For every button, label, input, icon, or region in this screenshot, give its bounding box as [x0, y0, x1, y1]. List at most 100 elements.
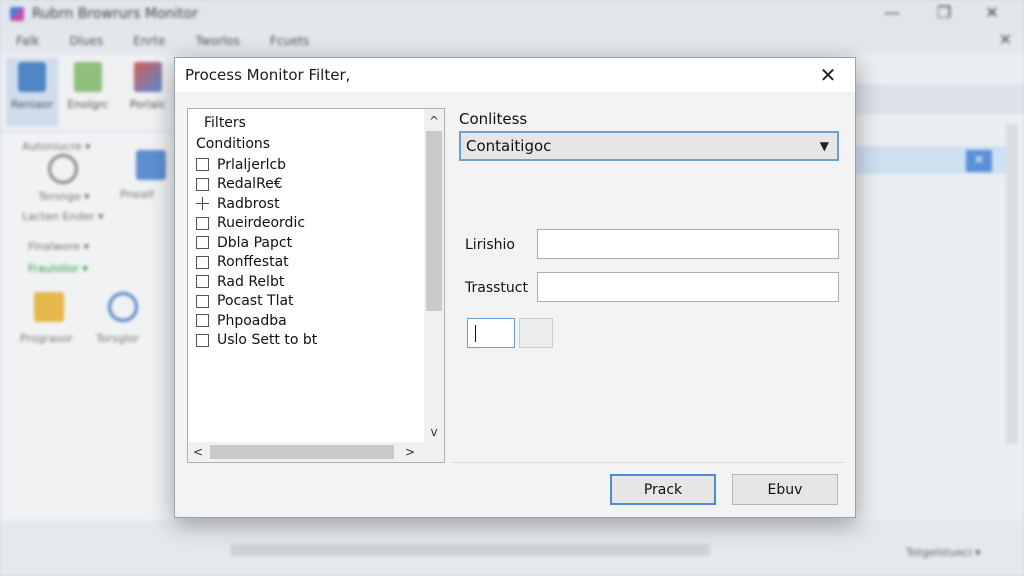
list-item[interactable]: Dbla Papct — [196, 233, 424, 253]
dropdown-value: Contaitigoc — [466, 137, 552, 155]
background-ribbon: Reniaor Enolgrc Porlaic — [0, 54, 175, 132]
checkbox[interactable] — [196, 255, 209, 269]
text-caret — [475, 325, 476, 342]
list-item[interactable]: Ronffestat — [196, 253, 424, 273]
secondary-button[interactable]: Ebuv — [732, 474, 838, 505]
conditions-dropdown[interactable]: Contaitigoc ▼ — [459, 131, 839, 161]
app-icon — [10, 7, 24, 21]
expand-plus-icon[interactable] — [196, 197, 209, 211]
list-item[interactable]: Rueirdeordic — [196, 214, 424, 234]
list-subheader: Conditions — [196, 136, 271, 152]
list-item[interactable]: Radbrost — [196, 194, 424, 214]
list-item-label: Ronffestat — [217, 254, 289, 271]
scrollbar[interactable] — [1006, 124, 1018, 444]
list-item[interactable]: Rad Relbt — [196, 272, 424, 292]
list-item-label: Rueirdeordic — [217, 215, 306, 232]
ribbon-button[interactable]: Porlaic — [122, 58, 174, 126]
left-label: Tersnge ▾ — [38, 190, 90, 203]
field2-input[interactable] — [537, 272, 839, 302]
left-label: Fraulollor ▾ — [28, 262, 88, 275]
conditions-label: Conlitess — [459, 110, 528, 128]
field2-label: Trasstuct — [465, 280, 528, 296]
list-item-label: Uslo Sett to bt — [217, 332, 318, 349]
close-icon[interactable]: ✕ — [815, 62, 841, 88]
list-item-label: Phpoadba — [217, 312, 287, 329]
divider — [451, 462, 845, 463]
menu-item[interactable]: Tworlos — [195, 34, 239, 48]
add-button[interactable] — [519, 318, 553, 348]
list-item[interactable]: Uslo Sett to bt — [196, 331, 424, 351]
list-item-label: Dbla Papct — [217, 234, 293, 251]
ribbon-label: Reniaor — [11, 98, 53, 111]
filter-list[interactable]: Filters Conditions Prlaljerlcb RedalRe€ … — [187, 108, 445, 463]
chevron-down-icon: ▼ — [819, 139, 829, 153]
background-right-panel: ✕ — [856, 54, 1024, 554]
menu-item[interactable]: Enrte — [133, 34, 165, 48]
checkbox[interactable] — [196, 314, 209, 328]
background-titlebar: Rubrn Browrurs Monitor — ❐ ✕ — [0, 0, 1024, 28]
checkbox[interactable] — [196, 333, 209, 347]
scroll-left-icon[interactable]: < — [188, 442, 208, 462]
list-item-label: RedalRe€ — [217, 176, 283, 193]
list-item-label: Radbrost — [217, 195, 280, 212]
palette-icon — [134, 62, 162, 92]
background-menubar: Falk Dlues Enrte Tworlos Fcuets ✕ — [0, 28, 1024, 54]
document-icon — [18, 62, 46, 92]
folder-icon — [34, 292, 64, 322]
status-label[interactable]: Totgelstueci ▾ — [906, 546, 981, 559]
filter-list-content: Filters Conditions Prlaljerlcb RedalRe€ … — [196, 113, 424, 350]
ribbon-label: Porlaic — [129, 98, 167, 111]
checkbox[interactable] — [196, 294, 209, 308]
background-title: Rubrn Browrurs Monitor — [32, 6, 199, 22]
scroll-down-icon[interactable]: v — [424, 422, 444, 442]
close-icon[interactable]: ✕ — [999, 30, 1012, 49]
filter-dialog: Process Monitor Filter, ✕ Filters Condit… — [174, 57, 856, 518]
list-item[interactable]: Pocast Tlat — [196, 292, 424, 312]
window-close-icon[interactable]: ✕ — [980, 2, 1004, 24]
background-bottom-bar: Totgelstueci ▾ — [0, 520, 1024, 576]
sheet-icon — [74, 62, 102, 92]
scroll-thumb[interactable] — [210, 445, 394, 459]
horizontal-scrollbar[interactable]: < > — [188, 442, 444, 462]
checkbox[interactable] — [196, 177, 209, 191]
menu-item[interactable]: Fcuets — [270, 34, 309, 48]
left-label: Autoniucre ▾ — [22, 140, 91, 153]
menu-item[interactable]: Dlues — [69, 34, 103, 48]
ribbon-button[interactable]: Reniaor — [6, 58, 58, 126]
condition-form: Conlitess Contaitigoc ▼ Lirishio Trasstu… — [451, 94, 851, 464]
left-label: Torsglor — [96, 332, 140, 345]
dialog-titlebar: Process Monitor Filter, ✕ — [175, 58, 855, 92]
list-item[interactable]: RedalRe€ — [196, 175, 424, 195]
checkbox[interactable] — [196, 275, 209, 289]
checkbox[interactable] — [196, 236, 209, 250]
field1-label: Lirishio — [465, 237, 515, 253]
timer-icon — [108, 292, 138, 322]
scroll-right-icon[interactable]: > — [400, 442, 420, 462]
value-input[interactable] — [467, 318, 515, 348]
checkbox[interactable] — [196, 216, 209, 230]
left-label: Prograsor — [20, 332, 73, 345]
right-panel-bar — [856, 84, 1024, 114]
ribbon-button[interactable]: Enolgrc — [62, 58, 114, 126]
field1-input[interactable] — [537, 229, 839, 259]
menu-item[interactable]: Falk — [16, 34, 39, 48]
list-item-label: Pocast Tlat — [217, 293, 294, 310]
primary-button[interactable]: Prack — [610, 474, 716, 505]
list-item[interactable]: Prlaljerlcb — [196, 155, 424, 175]
maximize-icon[interactable]: ❐ — [932, 2, 956, 24]
grid-icon — [136, 150, 166, 180]
left-label: Pnealf — [120, 188, 154, 201]
list-item-label: Prlaljerlcb — [217, 156, 287, 173]
close-icon[interactable]: ✕ — [966, 150, 992, 172]
checkbox[interactable] — [196, 158, 209, 172]
left-label: Finalwore ▾ — [28, 240, 90, 253]
scroll-thumb[interactable] — [426, 131, 442, 311]
minimize-icon[interactable]: — — [880, 2, 904, 24]
vertical-scrollbar[interactable]: ^ v — [424, 109, 444, 442]
list-item[interactable]: Phpoadba — [196, 311, 424, 331]
clock-icon — [48, 154, 78, 184]
background-left-panel: Autoniucre ▾ Tersnge ▾ Pnealf Lacten End… — [0, 132, 175, 552]
list-item-label: Rad Relbt — [217, 273, 285, 290]
scroll-up-icon[interactable]: ^ — [424, 111, 444, 131]
scrollbar[interactable] — [230, 544, 710, 556]
